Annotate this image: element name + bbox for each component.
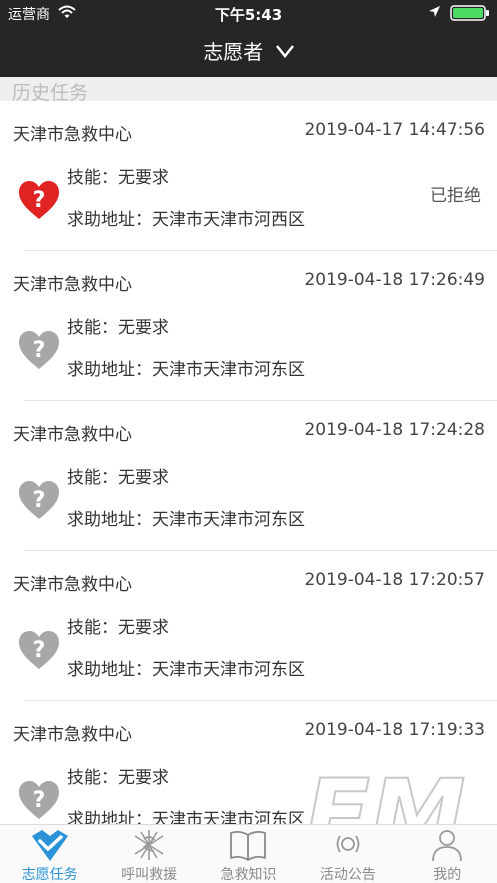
tab-call-rescue[interactable]: 呼叫救援 — [99, 825, 198, 883]
task-org: 天津市急救中心 — [13, 275, 132, 295]
task-datetime: 2019-04-18 17:19:33 — [304, 720, 485, 740]
heart-question-gray-icon: ? — [19, 631, 59, 669]
task-datetime: 2019-04-18 17:20:57 — [304, 570, 485, 590]
task-address: 求助地址：天津市天津市河东区 — [67, 660, 305, 680]
task-org: 天津市急救中心 — [13, 575, 132, 595]
task-address: 求助地址：天津市天津市河东区 — [67, 510, 305, 530]
task-skill: 技能：无要求 — [67, 318, 169, 338]
section-header: 历史任务 — [0, 77, 497, 104]
tab-label: 呼叫救援 — [121, 867, 178, 883]
status-time: 下午5:43 — [214, 6, 283, 24]
task-org: 天津市急救中心 — [13, 725, 132, 745]
profile-icon — [432, 830, 463, 862]
task-address: 求助地址：天津市天津市河西区 — [67, 210, 305, 230]
tab-label: 我的 — [433, 867, 462, 883]
tab-label: 志愿任务 — [21, 867, 78, 883]
heart-question-gray-icon: ? — [19, 331, 59, 369]
book-icon — [230, 830, 267, 861]
volunteer-heart-icon — [31, 830, 68, 861]
task-item[interactable]: 天津市急救中心 2019-04-18 17:20:57 ? 技能：无要求 求助地… — [0, 551, 497, 701]
task-skill: 技能：无要求 — [67, 768, 169, 788]
chevron-down-icon — [275, 44, 294, 58]
task-skill: 技能：无要求 — [67, 618, 169, 638]
task-datetime: 2019-04-17 14:47:56 — [304, 120, 485, 140]
medical-caduceus-icon — [134, 830, 164, 860]
tab-profile[interactable]: 我的 — [398, 825, 497, 883]
status-bar: 运营商 下午5:43 — [0, 0, 497, 26]
task-skill: 技能：无要求 — [67, 168, 169, 188]
top-bar: 运营商 下午5:43 志愿者 — [0, 0, 497, 77]
svg-text:?: ? — [33, 638, 46, 663]
location-arrow-icon — [429, 6, 440, 17]
task-address: 求助地址：天津市天津市河东区 — [67, 360, 305, 380]
tab-first-aid-knowledge[interactable]: 急救知识 — [199, 825, 298, 883]
svg-text:?: ? — [33, 788, 46, 813]
task-list[interactable]: 天津市急救中心 2019-04-17 14:47:56 ? 技能：无要求 求助地… — [0, 101, 497, 824]
nav-title-dropdown[interactable]: 志愿者 — [0, 36, 497, 65]
task-address: 求助地址：天津市天津市河东区 — [67, 810, 305, 824]
task-item[interactable]: 天津市急救中心 2019-04-18 17:24:28 ? 技能：无要求 求助地… — [0, 401, 497, 551]
heart-question-gray-icon: ? — [19, 481, 59, 519]
page-title: 志愿者 — [203, 40, 264, 64]
heart-question-gray-icon: ? — [19, 781, 59, 819]
svg-text:?: ? — [33, 188, 46, 213]
task-org: 天津市急救中心 — [13, 125, 132, 145]
heart-question-red-icon: ? — [19, 181, 59, 219]
task-item[interactable]: 天津市急救中心 2019-04-18 17:26:49 ? 技能：无要求 求助地… — [0, 251, 497, 401]
svg-text:?: ? — [33, 338, 46, 363]
task-org: 天津市急救中心 — [13, 425, 132, 445]
tab-volunteer-tasks[interactable]: 志愿任务 — [0, 825, 99, 883]
battery-icon — [450, 5, 489, 21]
tab-announcements[interactable]: 活动公告 — [298, 825, 397, 883]
tab-label: 活动公告 — [319, 867, 376, 883]
task-datetime: 2019-04-18 17:26:49 — [304, 270, 485, 290]
task-datetime: 2019-04-18 17:24:28 — [304, 420, 485, 440]
task-skill: 技能：无要求 — [67, 468, 169, 488]
announcement-icon — [336, 835, 360, 853]
tab-label: 急救知识 — [220, 867, 277, 883]
task-item[interactable]: 天津市急救中心 2019-04-17 14:47:56 ? 技能：无要求 求助地… — [0, 101, 497, 251]
svg-text:?: ? — [33, 488, 46, 513]
tab-bar: 志愿任务 呼叫救援 急救知识 活动公告 我的 — [0, 824, 497, 883]
task-status: 已拒绝 — [430, 186, 481, 206]
